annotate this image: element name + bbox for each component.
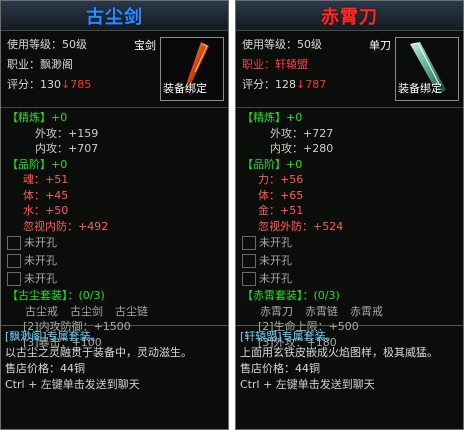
score-value: 评分：128: [242, 78, 296, 91]
bind-status: 装备绑定: [398, 82, 442, 95]
set-item: 古尘链: [115, 304, 148, 318]
item-description: [飘渺阁]专属套装。 以古尘之灵融贯于装备中，灵动滋生。 售店价格：44铜 Ct…: [1, 325, 228, 396]
socket-label: 未开孔: [24, 236, 57, 250]
socket-label: 未开孔: [259, 272, 292, 286]
item-info: 使用等级：50级 职业：飘渺阁 评分：130 ↓785 宝剑 装备绑定: [1, 31, 228, 107]
grade-stat: 魂：+51: [23, 173, 69, 186]
weapon-type: 宝剑: [134, 39, 156, 52]
gem-socket[interactable]: 未开孔: [7, 252, 222, 270]
gem-socket[interactable]: 未开孔: [242, 270, 457, 288]
socket-icon: [7, 254, 21, 268]
item-tooltip-chi-xiao-blade: 赤霄刀 使用等级：50级 职业：轩辕盟 评分：128 ↓787 单刀 装备绑定 …: [235, 0, 464, 430]
blade-icon: 装备绑定: [395, 37, 459, 101]
socket-label: 未开孔: [259, 254, 292, 268]
refine-header: 【精炼】+0: [7, 111, 68, 124]
set-item-list: 古尘戒 古尘剑 古尘链: [7, 304, 222, 320]
socket-icon: [242, 254, 256, 268]
grade-stat: 体：+65: [258, 188, 304, 202]
score-decrease: ↓787: [296, 78, 327, 91]
socket-icon: [242, 272, 256, 286]
ignore-defense-stat: 忽视内防：+492: [23, 219, 109, 233]
gem-socket[interactable]: 未开孔: [242, 252, 457, 270]
refine-header: 【精炼】+0: [242, 111, 303, 124]
ignore-defense-stat: 忽视外防：+524: [258, 219, 344, 233]
socket-icon: [242, 236, 256, 250]
sell-price: 售店价格：44铜: [5, 362, 85, 375]
set-item: 赤霄链: [305, 304, 338, 318]
tooltip-title-bar: 赤霄刀: [236, 1, 463, 31]
bind-status: 装备绑定: [163, 82, 207, 95]
refine-stat: 外攻：+159: [35, 126, 99, 140]
set-item: 赤霄刀: [260, 304, 293, 318]
flavor-text: 以古尘之灵融贯于装备中，灵动滋生。: [5, 346, 192, 359]
gem-socket[interactable]: 未开孔: [7, 270, 222, 288]
socket-icon: [7, 272, 21, 286]
item-title: 古尘剑: [86, 6, 143, 28]
socket-label: 未开孔: [24, 272, 57, 286]
item-title: 赤霄刀: [321, 6, 378, 28]
gem-socket[interactable]: 未开孔: [7, 234, 222, 252]
set-item: 赤霄戒: [350, 304, 383, 318]
item-tooltip-gu-chen-sword: 古尘剑 使用等级：50级 职业：飘渺阁 评分：130 ↓785 宝剑 装备绑定 …: [0, 0, 229, 430]
grade-stat: 金：+51: [258, 204, 304, 217]
item-info: 使用等级：50级 职业：轩辕盟 评分：128 ↓787 单刀 装备绑定: [236, 31, 463, 107]
refine-stat: 内攻：+280: [270, 142, 334, 155]
grade-stat: 体：+45: [23, 188, 69, 202]
item-stats: 【精炼】+0 外攻：+159 内攻：+707 【品阶】+0 魂：+51 体：+4…: [1, 107, 228, 349]
socket-icon: [7, 236, 21, 250]
chat-link-hint: Ctrl + 左键单击发送到聊天: [240, 378, 375, 391]
grade-header: 【品阶】+0: [242, 157, 303, 171]
sword-icon: 装备绑定: [160, 37, 224, 101]
grade-stat: 力：+56: [258, 173, 304, 186]
item-description: [轩辕盟]专属套装。 上面用玄铁皮嵌成火焰图样，极其威猛。 售店价格：44铜 C…: [236, 325, 463, 396]
gem-socket[interactable]: 未开孔: [242, 234, 457, 252]
weapon-type: 单刀: [369, 39, 391, 52]
set-item-list: 赤霄刀 赤霄链 赤霄戒: [242, 304, 457, 320]
refine-stat: 内攻：+707: [35, 142, 99, 155]
set-item: 古尘剑: [70, 304, 103, 318]
set-header: 【赤霄套装】：(0/3): [242, 289, 340, 302]
flavor-text: 上面用玄铁皮嵌成火焰图样，极其威猛。: [240, 346, 438, 359]
score-decrease: ↓785: [61, 78, 92, 91]
socket-label: 未开孔: [24, 254, 57, 268]
set-header: 【古尘套装】：(0/3): [7, 289, 105, 302]
set-item: 古尘戒: [25, 304, 58, 318]
grade-stat: 水：+50: [23, 204, 69, 217]
score-value: 评分：130: [7, 78, 61, 91]
sell-price: 售店价格：44铜: [240, 362, 320, 375]
socket-label: 未开孔: [259, 236, 292, 250]
grade-header: 【品阶】+0: [7, 157, 68, 171]
item-stats: 【精炼】+0 外攻：+727 内攻：+280 【品阶】+0 力：+56 体：+6…: [236, 107, 463, 349]
chat-link-hint: Ctrl + 左键单击发送到聊天: [5, 378, 140, 391]
tooltip-title-bar: 古尘剑: [1, 1, 228, 31]
refine-stat: 外攻：+727: [270, 126, 334, 140]
